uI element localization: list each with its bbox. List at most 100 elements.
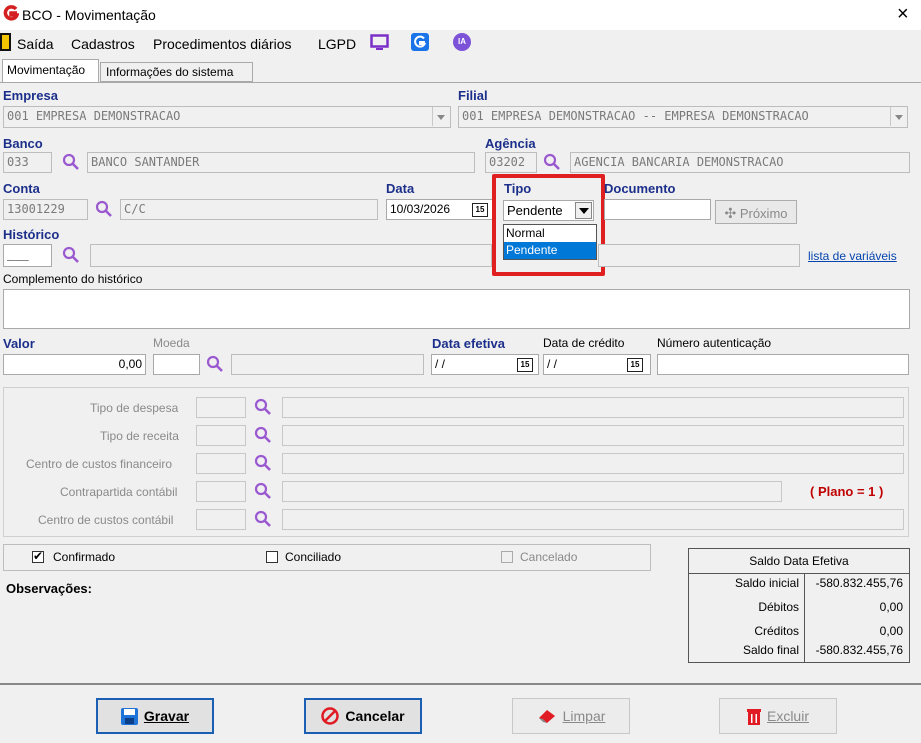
agencia-code-field[interactable]: 03202 — [485, 152, 537, 173]
limpar-label: Limpar — [562, 708, 606, 724]
agencia-label: Agência — [485, 136, 536, 151]
data-credito-calendar-icon[interactable]: 15 — [627, 358, 643, 372]
tipo-despesa-label: Tipo de despesa — [90, 401, 179, 415]
menu-procedimentos-diarios[interactable]: Procedimentos diários — [153, 36, 292, 52]
app-logo-icon — [3, 5, 19, 21]
banco-label: Banco — [3, 136, 43, 151]
excluir-button[interactable]: Excluir — [719, 698, 837, 734]
tab-informacoes-sistema[interactable]: Informações do sistema — [100, 62, 253, 82]
tipo-receita-search-icon[interactable] — [254, 426, 272, 444]
centro-custos-contabil-search-icon[interactable] — [254, 510, 272, 528]
conta-search-icon[interactable] — [95, 200, 113, 218]
close-button[interactable]: × — [897, 3, 909, 26]
data-label: Data — [386, 181, 415, 196]
tab-movimentacao[interactable]: Movimentação — [2, 59, 99, 83]
contrapartida-contabil-label: Contrapartida contábil — [60, 485, 178, 499]
observacoes-label: Observações: — [6, 581, 92, 596]
limpar-button[interactable]: Limpar — [512, 698, 630, 734]
numero-autenticacao-label: Número autenticação — [657, 336, 772, 350]
gravar-button[interactable]: Gravar — [96, 698, 214, 734]
moeda-label: Moeda — [153, 336, 190, 350]
menu-cadastros[interactable]: Cadastros — [71, 36, 135, 52]
menu-saida[interactable]: Saída — [17, 36, 54, 52]
complemento-label: Complemento do histórico — [3, 272, 143, 286]
title-bar: BCO - Movimentação × — [0, 0, 921, 30]
g-brand-icon[interactable] — [411, 33, 429, 51]
historico-code-field[interactable]: ___ — [3, 244, 52, 267]
ia-assistant-icon[interactable]: IA — [453, 33, 471, 51]
empresa-dropdown-arrow-icon[interactable] — [432, 107, 449, 126]
excluir-label: Excluir — [766, 708, 809, 724]
documento-label: Documento — [604, 181, 676, 196]
debitos-value: 0,00 — [879, 600, 903, 614]
centro-custos-contabil-label: Centro de custos contábil — [38, 513, 174, 527]
centro-custos-financeiro-label: Centro de custos financeiro — [26, 457, 173, 471]
check-icon: ✔ — [33, 549, 44, 563]
filial-label: Filial — [458, 88, 488, 103]
conta-code-field[interactable]: 13001229 — [3, 199, 88, 220]
saldo-final-value: -580.832.455,76 — [815, 643, 903, 657]
tipo-receita-code-field[interactable] — [196, 425, 246, 446]
data-efetiva-calendar-icon[interactable]: 15 — [517, 358, 533, 372]
highlight-box — [492, 174, 605, 276]
saldo-panel: Saldo Data Efetiva Saldo inicial -580.83… — [688, 548, 910, 663]
historico-desc-field-right — [598, 244, 800, 267]
creditos-value: 0,00 — [879, 624, 903, 638]
eraser-icon — [538, 710, 555, 723]
cancelar-label: Cancelar — [345, 708, 405, 724]
data-efetiva-value: / / — [435, 357, 446, 371]
contrapartida-contabil-search-icon[interactable] — [254, 482, 272, 500]
conciliado-checkbox[interactable] — [266, 551, 278, 563]
tipo-despesa-code-field[interactable] — [196, 397, 246, 418]
numero-autenticacao-field[interactable] — [657, 354, 909, 375]
historico-search-icon[interactable] — [62, 246, 80, 264]
data-efetiva-label: Data efetiva — [432, 336, 505, 351]
empresa-select[interactable]: 001 EMPRESA DEMONSTRACAO — [3, 106, 451, 128]
saldo-title: Saldo Data Efetiva — [689, 549, 909, 574]
contrapartida-contabil-desc-field — [282, 481, 782, 502]
cancelado-checkbox[interactable] — [501, 551, 513, 563]
tipo-despesa-desc-field — [282, 397, 904, 418]
conciliado-label: Conciliado — [285, 550, 342, 564]
plano-label: ( Plano = 1 ) — [810, 484, 884, 499]
data-calendar-icon[interactable]: 15 — [472, 203, 488, 217]
contrapartida-contabil-code-field[interactable] — [196, 481, 246, 502]
tipo-despesa-search-icon[interactable] — [254, 398, 272, 416]
banco-search-icon[interactable] — [62, 153, 80, 171]
cancelar-button[interactable]: Cancelar — [304, 698, 422, 734]
plus-icon: ✣ — [724, 205, 737, 221]
data-credito-value: / / — [547, 357, 558, 371]
tab-underline — [0, 82, 921, 83]
monitor-icon[interactable] — [370, 34, 389, 51]
complemento-textarea[interactable] — [3, 289, 910, 329]
centro-custos-financeiro-search-icon[interactable] — [254, 454, 272, 472]
documento-field[interactable] — [604, 199, 711, 220]
banco-name-field: BANCO SANTANDER — [87, 152, 475, 173]
data-credito-label: Data de crédito — [543, 336, 625, 350]
valor-field[interactable]: 0,00 — [3, 354, 146, 375]
confirmado-label: Confirmado — [53, 550, 116, 564]
cancel-circle-icon — [321, 707, 340, 725]
moeda-code-field[interactable] — [153, 354, 200, 375]
agencia-search-icon[interactable] — [543, 153, 561, 171]
moeda-search-icon[interactable] — [206, 355, 224, 373]
tipo-receita-label: Tipo de receita — [100, 429, 179, 443]
centro-custos-financeiro-desc-field — [282, 453, 904, 474]
filial-select[interactable]: 001 EMPRESA DEMONSTRACAO -- EMPRESA DEMO… — [458, 106, 908, 128]
footer-separator — [0, 683, 921, 685]
confirmado-checkbox[interactable]: ✔ — [32, 549, 44, 563]
filial-dropdown-arrow-icon[interactable] — [890, 107, 907, 126]
centro-custos-contabil-desc-field — [282, 509, 904, 530]
saldo-inicial-label: Saldo inicial — [734, 576, 799, 590]
proximo-button[interactable]: ✣ Próximo — [715, 200, 797, 224]
menu-bar: Saída Cadastros Procedimentos diários LG… — [0, 30, 921, 56]
menu-lgpd[interactable]: LGPD — [318, 36, 356, 52]
empresa-label: Empresa — [3, 88, 58, 103]
valor-label: Valor — [3, 336, 35, 351]
banco-code-field[interactable]: 033 — [3, 152, 52, 173]
centro-custos-financeiro-code-field[interactable] — [196, 453, 246, 474]
lista-variaveis-link[interactable]: lista de variáveis — [808, 249, 897, 263]
window-title: BCO - Movimentação — [22, 7, 156, 23]
centro-custos-contabil-code-field[interactable] — [196, 509, 246, 530]
agencia-name-field: AGENCIA BANCARIA DEMONSTRACAO — [570, 152, 910, 173]
